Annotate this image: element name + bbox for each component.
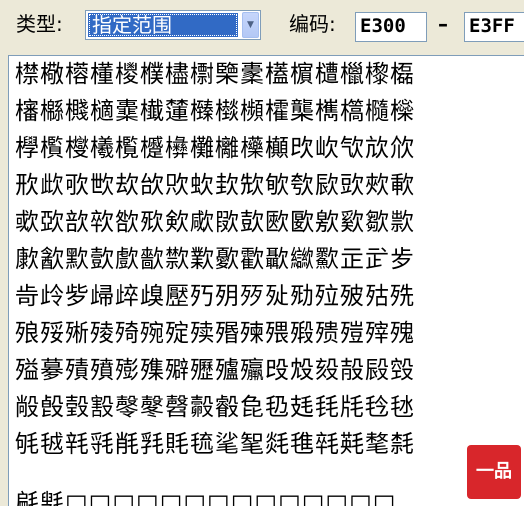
- code-label: 编码:: [289, 12, 336, 36]
- grid-row[interactable]: 㲢㲣□□□□□□□□□□□□□□: [15, 486, 396, 506]
- type-select-value[interactable]: 指定范围: [88, 13, 238, 37]
- grid-row[interactable]: 㰢㰣㰤㰥㰦㰧㰨㰩㰪㰫㰬㰭㰮㰯㰰㰱: [15, 168, 415, 202]
- type-select[interactable]: 指定范围 ▼: [85, 10, 261, 40]
- grid-row[interactable]: 㰂㰃㰄㰅㰆㰇㰈㰉㰊㰋㰌㰍㰎㰏㰐㰑: [15, 94, 415, 128]
- grid-row[interactable]: 㯲㯳㯴㯵㯶㯷㯸㯹㯺㯻㯼㯽㯾㯿㰀㰁: [15, 57, 415, 91]
- grid-row[interactable]: 㲂㲃㲄㲅㲆㲇㲈㲉㲊㲋㲌㲍㲎㲏㲐㲑: [15, 390, 415, 424]
- chevron-down-icon[interactable]: ▼: [242, 12, 259, 38]
- range-separator: –: [438, 12, 448, 36]
- range-end-field[interactable]: E3FF: [464, 12, 524, 42]
- grid-row[interactable]: 㰲㰳㰴㰵㰶㰷㰸㰹㰺㰻㰼㰽㰾㰿㱀㱁: [15, 205, 415, 239]
- grid-row[interactable]: 㱢㱣㱤㱥㱦㱧㱨㱩㱪㱫㱬㱭㱮㱯㱰㱱: [15, 316, 415, 350]
- grid-row[interactable]: 㰒㰓㰔㰕㰖㰗㰘㰙㰚㰛㰜㰝㰞㰟㰠㰡: [15, 131, 415, 165]
- type-label: 类型:: [16, 12, 63, 36]
- seal-text: 一品: [476, 461, 512, 482]
- seal-logo: 一品: [467, 445, 521, 499]
- range-start-field[interactable]: E300: [355, 12, 427, 42]
- grid-row[interactable]: 㱒㱓㱔㱕㱖㱗㱘㱙㱚㱛㱜㱝㱞㱟㱠㱡: [15, 279, 415, 313]
- character-grid[interactable]: 㯲㯳㯴㯵㯶㯷㯸㯹㯺㯻㯼㯽㯾㯿㰀㰁 㰂㰃㰄㰅㰆㰇㰈㰉㰊㰋㰌㰍㰎㰏㰐㰑 㰒㰓㰔㰕㰖㰗…: [8, 55, 524, 506]
- grid-row[interactable]: 㲒㲓㲔㲕㲖㲗㲘㲙㲚㲛㲜㲝㲞㲟㲠㲡: [15, 427, 415, 461]
- toolbar: 类型: 指定范围 ▼ 编码: E300 – E3FF: [0, 0, 524, 46]
- grid-row[interactable]: 㱲㱳㱴㱵㱶㱷㱸㱹㱺㱻㱼㱽㱾㱿㲀㲁: [15, 353, 415, 387]
- grid-row[interactable]: 㱂㱃㱄㱅㱆㱇㱈㱉㱊㱋㱌㱍㱎㱏㱐㱑: [15, 242, 415, 276]
